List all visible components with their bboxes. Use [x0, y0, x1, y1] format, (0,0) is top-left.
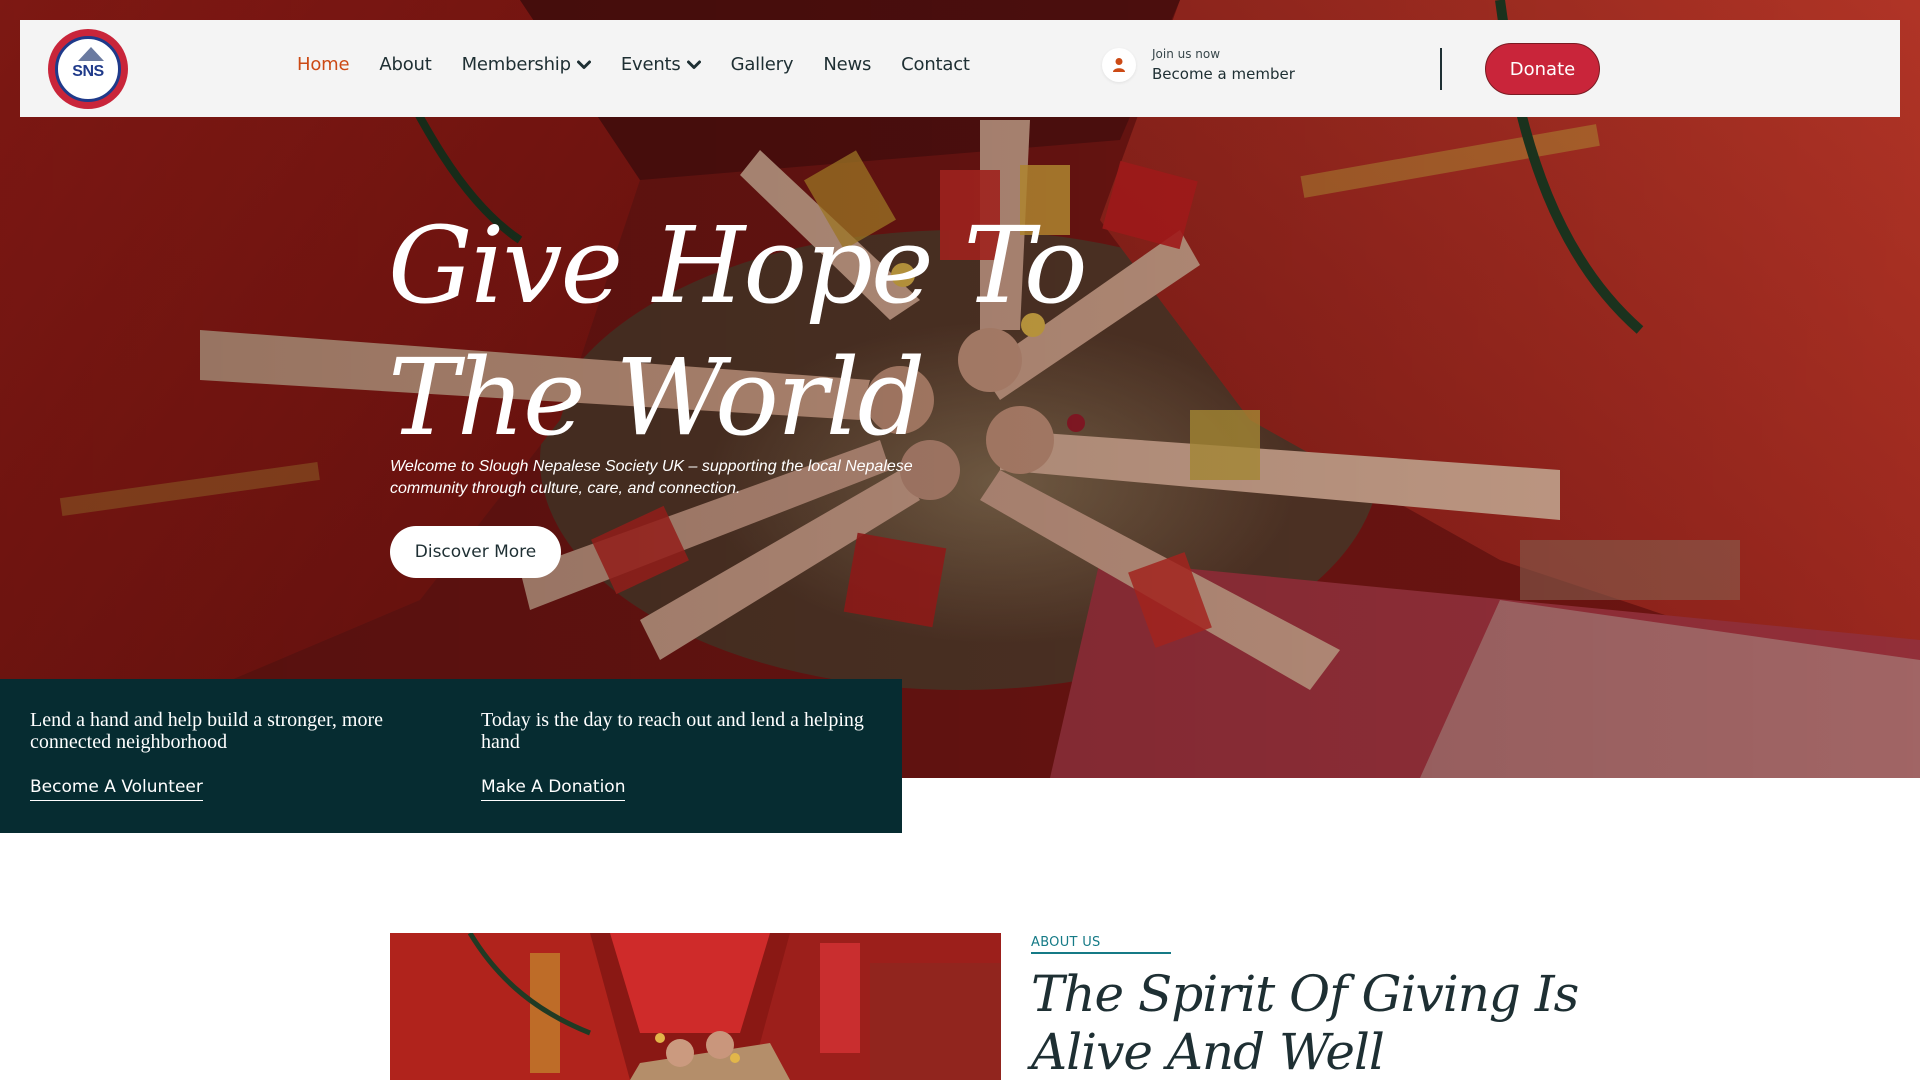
logo-badge: SNS	[55, 36, 121, 102]
site-header: SNS Home About Membership Events Gallery…	[20, 20, 1900, 117]
nav-item-label: Gallery	[730, 54, 794, 75]
cta-strip: Lend a hand and help build a stronger, m…	[0, 679, 902, 833]
about-title: The Spirit Of Giving Is Alive And Well	[1031, 965, 1579, 1080]
user-icon	[1102, 48, 1136, 82]
cta-donation: Today is the day to reach out and lend a…	[481, 709, 901, 801]
mountain-icon	[78, 47, 104, 61]
about-eyebrow: ABOUT US	[1031, 935, 1101, 950]
cta-text: Today is the day to reach out and lend a…	[481, 709, 864, 753]
donate-button[interactable]: Donate	[1485, 43, 1600, 95]
hero-title-line-1: Give Hope To	[388, 204, 1088, 327]
header-divider	[1440, 48, 1442, 90]
chevron-down-icon	[576, 54, 591, 75]
join-text: Join us now Become a member	[1152, 47, 1295, 83]
discover-more-button[interactable]: Discover More	[390, 526, 561, 578]
nav-item-gallery[interactable]: Gallery	[731, 54, 794, 75]
nav-item-home[interactable]: Home	[297, 54, 350, 75]
nav-item-label: Home	[297, 54, 350, 75]
nav-item-label: Events	[620, 54, 681, 75]
hero-subtitle: Welcome to Slough Nepalese Society UK – …	[390, 458, 913, 497]
nav-item-label: About	[379, 54, 432, 75]
make-donation-link[interactable]: Make A Donation	[481, 777, 626, 801]
chevron-down-icon	[686, 54, 701, 75]
join-big-text: Become a member	[1152, 65, 1295, 83]
nav-item-events[interactable]: Events	[621, 54, 701, 75]
about-image	[390, 933, 1001, 1080]
nav-item-label: Contact	[901, 54, 970, 75]
join-member-link[interactable]: Join us now Become a member	[1102, 47, 1295, 83]
nav-item-membership[interactable]: Membership	[462, 54, 591, 75]
nav-item-about[interactable]: About	[379, 54, 431, 75]
hero-title-line-2: The World	[388, 336, 925, 459]
join-small-text: Join us now	[1152, 47, 1221, 61]
nav-item-label: News	[823, 54, 872, 75]
logo-text: SNS	[72, 63, 104, 80]
cta-text: Lend a hand and help build a stronger, m…	[30, 709, 383, 753]
hero-title: Give Hope To The World	[388, 200, 1088, 464]
main-nav: Home About Membership Events Gallery New…	[297, 54, 1000, 75]
cta-volunteer: Lend a hand and help build a stronger, m…	[30, 709, 450, 801]
nav-item-news[interactable]: News	[823, 54, 871, 75]
become-volunteer-link[interactable]: Become A Volunteer	[30, 777, 203, 801]
about-photo	[390, 933, 1001, 1080]
nav-item-contact[interactable]: Contact	[901, 54, 970, 75]
eyebrow-underline	[1031, 952, 1171, 954]
nav-item-label: Membership	[461, 54, 571, 75]
site-logo[interactable]: SNS	[48, 29, 128, 109]
